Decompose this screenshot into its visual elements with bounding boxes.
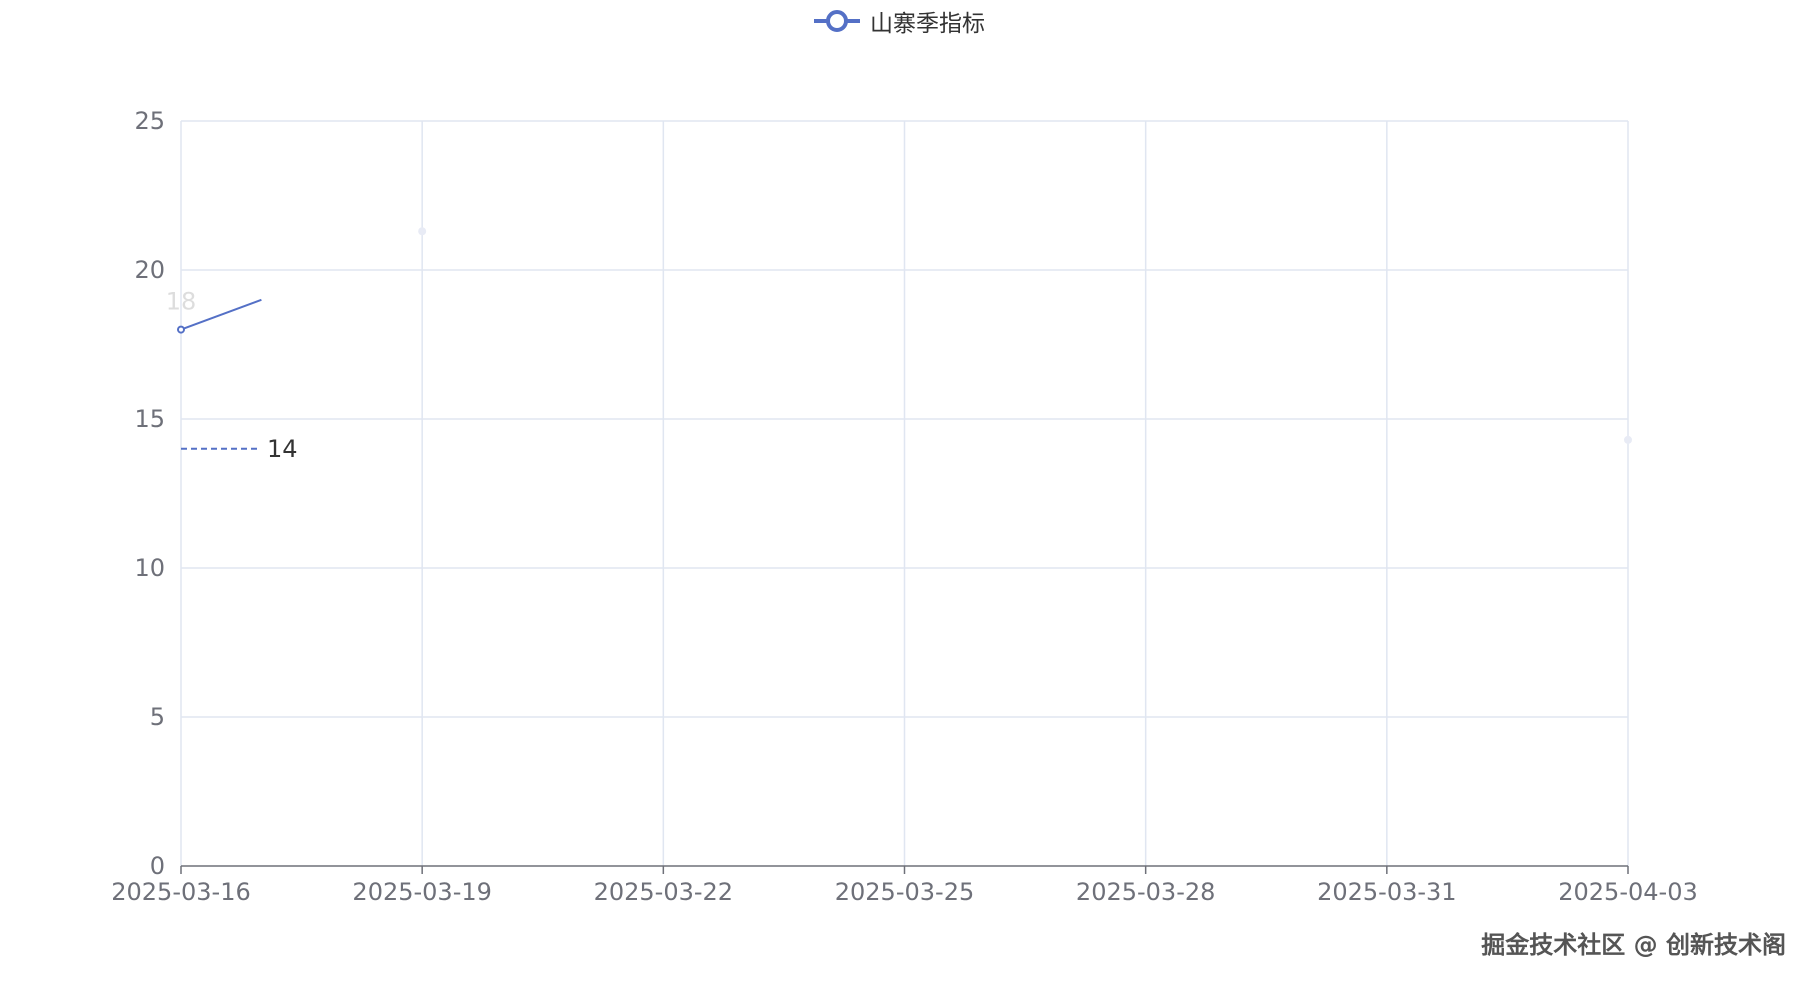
y-tick-label: 15 (134, 405, 165, 433)
line-circle-icon (814, 10, 860, 32)
faded-point (1624, 435, 1632, 444)
y-tick-label: 20 (134, 256, 165, 284)
x-tick-label: 2025-03-28 (1076, 878, 1215, 906)
faded-point (418, 227, 427, 236)
x-tick-label: 2025-04-03 (1558, 878, 1697, 906)
y-tick-label: 10 (134, 554, 165, 582)
legend[interactable]: 山寨季指标 (812, 6, 985, 37)
legend-label: 山寨季指标 (870, 11, 985, 37)
y-tick-label: 5 (150, 703, 165, 731)
data-point (177, 325, 185, 334)
labels: 1814 (166, 288, 298, 463)
mark-line-label: 14 (267, 435, 298, 463)
x-tick-label: 2025-03-31 (1317, 878, 1456, 906)
x-tick-label: 2025-03-16 (111, 878, 250, 906)
data-label: 18 (166, 288, 197, 316)
x-tick-label: 2025-03-25 (835, 878, 974, 906)
x-tick-label: 2025-03-22 (594, 878, 733, 906)
x-tick-label: 2025-03-19 (352, 878, 491, 906)
grid (180, 120, 1629, 866)
watermark: 掘金技术社区 @ 创新技术阁 (1481, 931, 1786, 959)
y-tick-label: 25 (134, 107, 165, 135)
line-chart: 0 5 10 15 20 25 2025-03-16 2025-03-19 2025-03-22… (111, 107, 1697, 906)
y-tick-label: 0 (150, 852, 165, 880)
